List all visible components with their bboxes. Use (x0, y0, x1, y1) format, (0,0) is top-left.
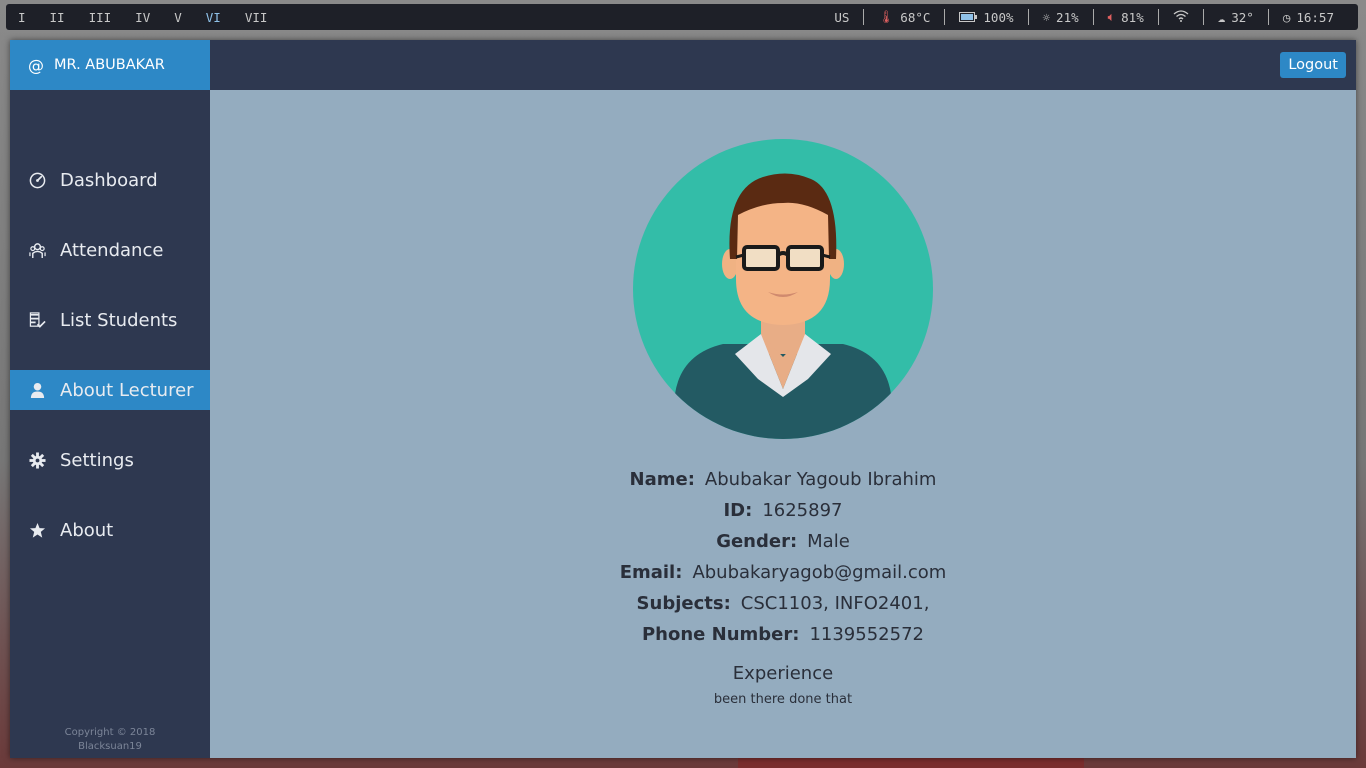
clock-icon: ◷ (1282, 9, 1291, 25)
brand-header[interactable]: @ MR. ABUBAKAR (10, 40, 210, 90)
star-icon (28, 521, 46, 539)
brightness-indicator: ☼ 21% (1027, 9, 1093, 25)
sidebar-item-attendance[interactable]: Attendance (10, 230, 210, 270)
sidebar-item-label: Attendance (60, 239, 164, 261)
detail-email: Email: Abubakaryagob@gmail.com (619, 562, 947, 583)
workspace-4[interactable]: IV (123, 4, 162, 30)
sidebar-item-about-lecturer[interactable]: About Lecturer (10, 370, 210, 410)
workspace-1[interactable]: I (6, 4, 38, 30)
brand-name: MR. ABUBAKAR (54, 57, 165, 73)
wifi-icon (1173, 9, 1189, 25)
battery-icon (959, 10, 978, 25)
brightness-icon: ☼ (1042, 9, 1051, 25)
sidebar-item-label: About (60, 519, 114, 541)
copyright-notice: Copyright © 2018 Blacksuan19 (64, 727, 156, 752)
status-indicators: US 🌡︎ 68°C 100% ☼ 21% 🔈︎ 81% ☁︎ 32° ◷ 16… (820, 4, 1348, 30)
temperature-indicator: 🌡︎ 68°C (863, 9, 944, 25)
thermometer-icon: 🌡︎ (878, 9, 895, 24)
workspace-switcher: I II III IV V VI VII (6, 4, 279, 30)
experience-text: been there done that (713, 692, 853, 707)
battery-indicator: 100% (944, 9, 1027, 25)
workspace-6[interactable]: VI (194, 4, 233, 30)
lecturer-details: Name: Abubakar Yagoub Ibrahim ID: 1625897 … (620, 469, 947, 707)
dashboard-icon (28, 171, 46, 189)
at-icon: @ (28, 55, 44, 75)
sidebar-item-settings[interactable]: Settings (10, 440, 210, 480)
clock: ◷ 16:57 (1267, 9, 1348, 25)
user-icon (28, 381, 46, 399)
top-header: Logout (210, 40, 1356, 90)
logout-button[interactable]: Logout (1280, 52, 1346, 78)
sidebar-item-about[interactable]: About (10, 510, 210, 550)
app-window: @ MR. ABUBAKAR Dashboard Attendance List… (10, 40, 1356, 758)
weather-indicator: ☁︎ 32° (1202, 9, 1268, 25)
sidebar-item-label: About Lecturer (60, 379, 194, 401)
volume-indicator: 🔈︎ 81% (1092, 9, 1158, 25)
sidebar-nav: Dashboard Attendance List Students About… (10, 160, 210, 580)
lecturer-avatar (633, 139, 933, 439)
sidebar-item-label: List Students (60, 309, 178, 331)
workspace-2[interactable]: II (38, 4, 77, 30)
sidebar: @ MR. ABUBAKAR Dashboard Attendance List… (10, 40, 210, 758)
detail-gender: Gender: Male (716, 531, 850, 552)
wifi-indicator (1157, 9, 1203, 25)
detail-subjects: Subjects: CSC1103, INFO2401, (636, 593, 930, 614)
list-students-icon (28, 311, 46, 329)
attendance-icon (28, 241, 46, 259)
detail-name: Name: Abubakar Yagoub Ibrahim (629, 469, 937, 490)
system-status-bar: I II III IV V VI VII US 🌡︎ 68°C 100% ☼ 2… (6, 4, 1358, 30)
lecturer-profile: Name: Abubakar Yagoub Ibrahim ID: 1625897 … (210, 139, 1356, 707)
experience-heading: Experience (732, 663, 834, 684)
speaker-icon: 🔈︎ (1107, 9, 1116, 24)
sidebar-item-list-students[interactable]: List Students (10, 300, 210, 340)
cloud-icon: ☁︎ (1217, 9, 1226, 25)
workspace-7[interactable]: VII (233, 4, 280, 30)
main-content: Logout Name: Abubakar Yagoub Ibrahim ID:… (210, 40, 1356, 758)
workspace-3[interactable]: III (77, 4, 124, 30)
gear-icon (28, 451, 46, 469)
detail-id: ID: 1625897 (723, 500, 843, 521)
keyboard-layout: US (834, 9, 850, 25)
sidebar-item-label: Dashboard (60, 169, 158, 191)
sidebar-item-label: Settings (60, 449, 134, 471)
workspace-5[interactable]: V (162, 4, 194, 30)
detail-phone: Phone Number: 1139552572 (641, 624, 924, 645)
sidebar-item-dashboard[interactable]: Dashboard (10, 160, 210, 200)
